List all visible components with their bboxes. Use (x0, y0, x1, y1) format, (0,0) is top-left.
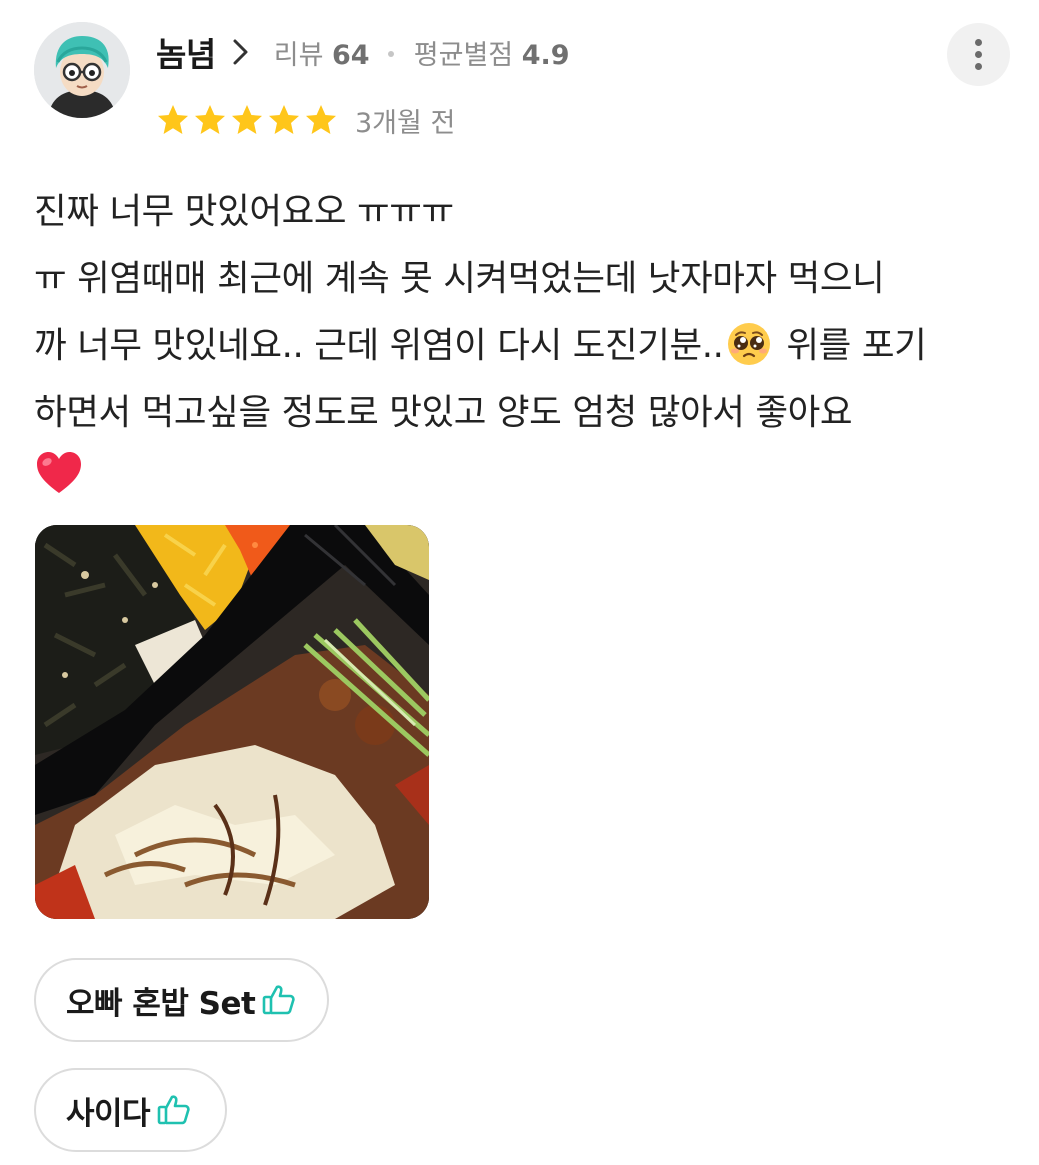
thumbs-up-icon (157, 1095, 190, 1125)
menu-tag-label: 사이다 (66, 1095, 151, 1132)
chevron-right-icon[interactable] (230, 37, 252, 67)
author-row: 놈념 리뷰 64 평균별점 4.9 (156, 28, 570, 76)
star-icon (306, 105, 336, 134)
food-photo (35, 525, 429, 919)
menu-tag[interactable]: 사이다 (34, 1068, 227, 1152)
rating-row: 3개월 전 (156, 98, 455, 142)
star-rating (156, 103, 341, 137)
author-nickname[interactable]: 놈념 (156, 28, 216, 76)
review-count: 64 (332, 39, 370, 71)
star-icon (195, 105, 225, 134)
review-count-label: 리뷰 (273, 39, 324, 71)
red-heart-emoji (37, 452, 81, 493)
menu-tag-label: 오빠 혼밥 Set (66, 985, 256, 1022)
review-text-segment: 까 너무 맛있네요.. 근데 위염이 다시 도진기분.. (34, 325, 724, 366)
more-options-button[interactable] (947, 23, 1010, 86)
avg-rating-label: 평균별점 (413, 39, 514, 71)
review-text-line: ㅠ 위염때매 최근에 계속 못 시켜먹었는데 낫자마자 먹으니 (34, 258, 885, 299)
star-icon (158, 105, 188, 134)
review-text: 진짜 너무 맛있어요오 ㅠㅠㅠ ㅠ 위염때매 최근에 계속 못 시켜먹었는데 낫… (34, 178, 1019, 446)
avatar[interactable] (34, 22, 130, 118)
review-photo[interactable] (35, 525, 429, 919)
menu-tag[interactable]: 오빠 혼밥 Set (34, 958, 329, 1042)
star-icon (232, 105, 262, 134)
review-card: 놈념 리뷰 64 평균별점 4.9 3개월 전 진짜 너무 맛있어요오 ㅠㅠㅠ … (0, 0, 1039, 1165)
avatar-illustration (34, 22, 130, 118)
pleading-face-emoji (727, 323, 770, 365)
review-date: 3개월 전 (355, 107, 456, 139)
review-text-line: 까 너무 맛있네요.. 근데 위염이 다시 도진기분.. 위를 포기 (34, 312, 1019, 379)
avg-rating: 4.9 (521, 39, 570, 71)
more-dot-icon (975, 63, 982, 70)
thumbs-up-icon (263, 985, 296, 1015)
review-text-segment: 위를 포기 (786, 325, 927, 366)
more-dot-icon (975, 51, 982, 58)
review-text-line: 하면서 먹고싶을 정도로 맛있고 양도 엄청 많아서 좋아요 (34, 392, 853, 433)
more-dot-icon (975, 39, 982, 46)
separator-dot (388, 51, 395, 57)
star-icon (269, 105, 299, 134)
review-text-line: 진짜 너무 맛있어요오 ㅠㅠㅠ (34, 191, 454, 232)
author-review-stats: 리뷰 64 평균별점 4.9 (274, 33, 570, 72)
